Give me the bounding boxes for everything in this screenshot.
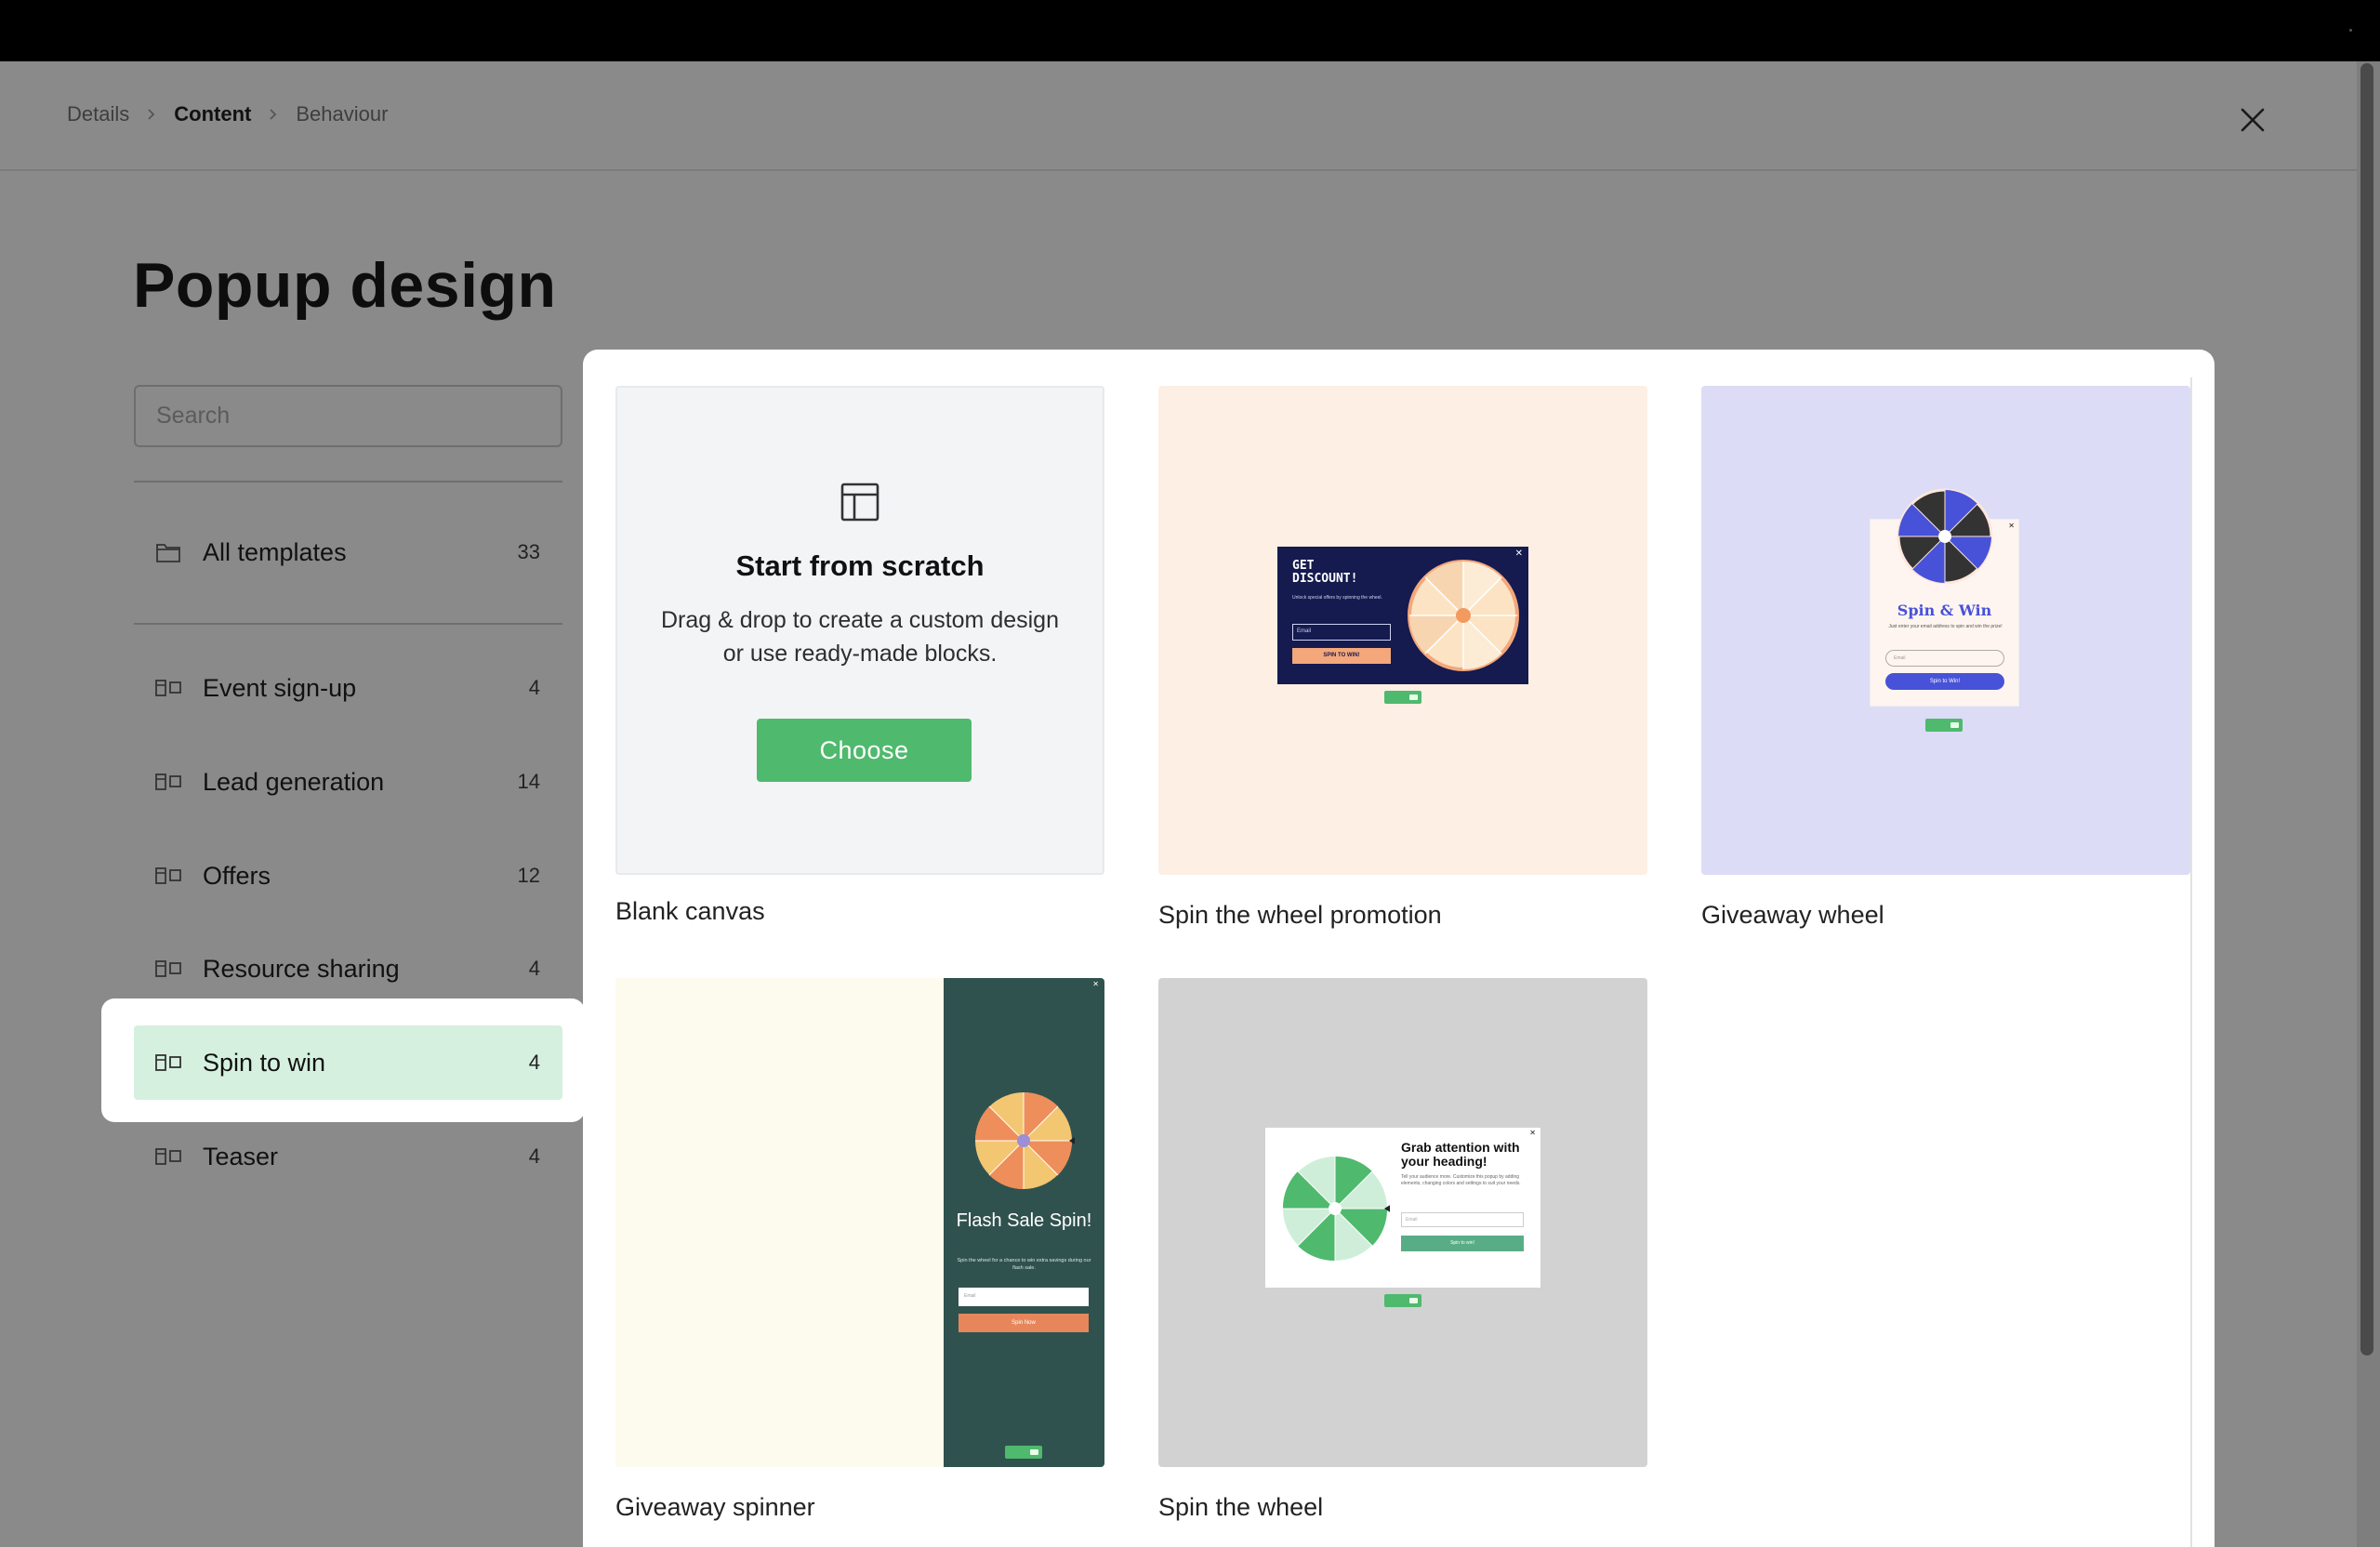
sidebar-item-count: 33 bbox=[517, 540, 540, 563]
preview-email-field: Email bbox=[959, 1288, 1089, 1306]
close-button[interactable] bbox=[2231, 99, 2274, 141]
wheel-icon bbox=[974, 1091, 1075, 1190]
sidebar-item-offers[interactable]: Offers 12 bbox=[134, 839, 562, 913]
template-thumbnail[interactable]: GET DISCOUNT! Unlock special offers by s… bbox=[1158, 386, 1647, 875]
preview-email-field: Email bbox=[1401, 1212, 1524, 1227]
chevron-right-icon bbox=[129, 108, 174, 121]
sidebar-item-label: Lead generation bbox=[203, 767, 385, 796]
preview-subtext: Just enter your email address to spin an… bbox=[1888, 624, 2003, 629]
template-card-giveaway-spinner[interactable]: Flash Sale Spin! Spin the wheel for a ch… bbox=[615, 978, 1104, 1522]
top-bar bbox=[0, 0, 2380, 61]
sidebar-item-count: 12 bbox=[517, 864, 540, 887]
search-input[interactable] bbox=[134, 385, 562, 447]
breadcrumb: Details Content Behaviour bbox=[67, 102, 388, 126]
template-icon bbox=[154, 674, 182, 702]
divider bbox=[134, 481, 562, 483]
template-thumbnail[interactable]: Spin & Win Just enter your email address… bbox=[1701, 386, 2190, 875]
divider bbox=[134, 623, 562, 625]
powered-by-badge bbox=[1925, 719, 1963, 732]
template-thumbnail[interactable]: Grab attention with your heading! Tell y… bbox=[1158, 978, 1647, 1467]
preview-heading: Flash Sale Spin! bbox=[956, 1210, 1092, 1231]
template-card-giveaway-wheel[interactable]: Spin & Win Just enter your email address… bbox=[1701, 386, 2190, 930]
preview-button: SPIN TO WIN! bbox=[1292, 648, 1391, 664]
sidebar-item-count: 14 bbox=[517, 770, 540, 793]
blank-description: Drag & drop to create a custom design or… bbox=[660, 607, 1059, 667]
template-caption: Spin the wheel bbox=[1158, 1493, 1324, 1521]
breadcrumb-details[interactable]: Details bbox=[67, 102, 129, 126]
breadcrumb-content[interactable]: Content bbox=[174, 102, 251, 126]
preview-email-field: Email bbox=[1885, 650, 2004, 667]
sidebar-item-label: Offers bbox=[203, 861, 271, 890]
template-caption: Spin the wheel promotion bbox=[1158, 901, 1442, 929]
breadcrumb-behaviour[interactable]: Behaviour bbox=[296, 102, 388, 126]
template-icon bbox=[154, 768, 182, 796]
template-icon bbox=[154, 1143, 182, 1170]
sidebar-item-all-templates[interactable]: All templates 33 bbox=[134, 515, 562, 589]
powered-by-badge bbox=[1384, 691, 1421, 704]
close-icon: ✕ bbox=[1529, 1129, 1536, 1137]
folder-icon bbox=[154, 538, 182, 566]
preview-email-field: Email bbox=[1292, 624, 1391, 641]
sidebar-item-label: All templates bbox=[203, 537, 347, 566]
powered-by-badge bbox=[1384, 1294, 1421, 1307]
template-caption: Giveaway spinner bbox=[615, 1493, 815, 1521]
choose-button[interactable]: Choose bbox=[757, 719, 972, 782]
sidebar-item-count: 4 bbox=[528, 676, 540, 699]
popup-preview: GET DISCOUNT! Unlock special offers by s… bbox=[1277, 547, 1528, 684]
template-caption: Blank canvas bbox=[615, 897, 765, 925]
chevron-right-icon bbox=[251, 108, 296, 121]
preview-subtext: Tell your audience more. Customize this … bbox=[1401, 1174, 1521, 1186]
layout-icon bbox=[840, 483, 879, 522]
template-icon bbox=[154, 955, 182, 983]
header: Details Content Behaviour bbox=[0, 61, 2357, 171]
template-caption: Giveaway wheel bbox=[1701, 901, 1884, 929]
sidebar-item-count: 4 bbox=[528, 1051, 540, 1074]
sidebar-item-label: Event sign-up bbox=[203, 673, 357, 702]
gallery-scrollbar[interactable] bbox=[2190, 377, 2192, 1547]
preview-heading: GET DISCOUNT! bbox=[1292, 559, 1358, 586]
page-scrollbar-thumb[interactable] bbox=[2360, 63, 2373, 1355]
sidebar-item-count: 4 bbox=[528, 957, 540, 980]
sidebar-item-label: Teaser bbox=[203, 1142, 279, 1170]
template-gallery: Start from scratch Drag & drop to create… bbox=[583, 350, 2215, 1547]
preview-heading: Grab attention with your heading! bbox=[1401, 1140, 1520, 1169]
sidebar-item-label: Resource sharing bbox=[203, 954, 400, 983]
close-icon bbox=[2241, 108, 2265, 132]
template-thumbnail[interactable]: Flash Sale Spin! Spin the wheel for a ch… bbox=[615, 978, 1104, 1467]
template-icon bbox=[154, 862, 182, 890]
preview-button: Spin to win! bbox=[1401, 1236, 1524, 1251]
wheel-icon bbox=[1282, 1156, 1390, 1262]
page-title: Popup design bbox=[133, 250, 557, 321]
wheel-icon bbox=[1897, 488, 1993, 585]
window-dot bbox=[2349, 29, 2352, 32]
close-icon: ✕ bbox=[1514, 549, 1523, 559]
template-thumbnail[interactable]: Start from scratch Drag & drop to create… bbox=[615, 386, 1104, 875]
popup-preview: Grab attention with your heading! Tell y… bbox=[1265, 1128, 1540, 1288]
wheel-icon bbox=[1408, 560, 1519, 671]
preview-subtext: Unlock special offers by spinning the wh… bbox=[1292, 595, 1382, 601]
sidebar-item-label: Spin to win bbox=[203, 1048, 326, 1077]
preview-heading: Spin & Win bbox=[1897, 602, 1992, 619]
sidebar-item-spin-to-win[interactable]: Spin to win 4 bbox=[134, 1025, 562, 1100]
popup-preview: Flash Sale Spin! Spin the wheel for a ch… bbox=[944, 978, 1104, 1467]
sidebar-item-count: 4 bbox=[528, 1144, 540, 1168]
blank-title: Start from scratch bbox=[735, 549, 985, 582]
template-icon bbox=[154, 1049, 182, 1077]
sidebar-item-teaser[interactable]: Teaser 4 bbox=[134, 1119, 562, 1194]
close-icon: ✕ bbox=[2008, 522, 2015, 530]
template-card-blank-canvas[interactable]: Start from scratch Drag & drop to create… bbox=[615, 386, 1104, 926]
close-icon: ✕ bbox=[1092, 980, 1099, 988]
sidebar-item-resource-sharing[interactable]: Resource sharing 4 bbox=[134, 932, 562, 1006]
preview-button: Spin to Win! bbox=[1885, 673, 2004, 690]
preview-subtext: Spin the wheel for a chance to win extra… bbox=[957, 1258, 1091, 1271]
template-card-spin-the-wheel-promotion[interactable]: GET DISCOUNT! Unlock special offers by s… bbox=[1158, 386, 1647, 930]
preview-button: Spin Now bbox=[959, 1314, 1089, 1332]
sidebar-item-event-sign-up[interactable]: Event sign-up 4 bbox=[134, 651, 562, 725]
sidebar-item-lead-generation[interactable]: Lead generation 14 bbox=[134, 745, 562, 819]
template-card-spin-the-wheel[interactable]: Grab attention with your heading! Tell y… bbox=[1158, 978, 1647, 1522]
powered-by-badge bbox=[1005, 1446, 1042, 1459]
